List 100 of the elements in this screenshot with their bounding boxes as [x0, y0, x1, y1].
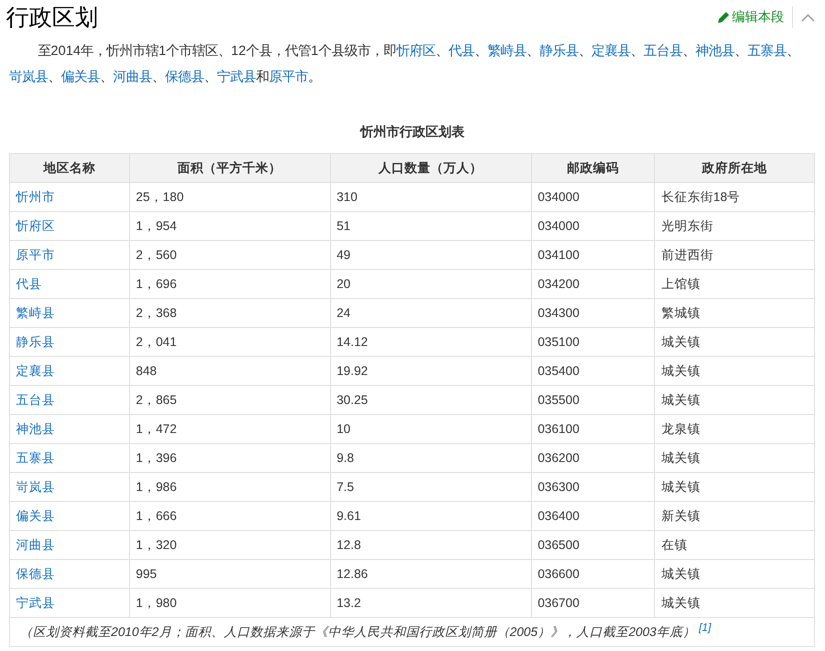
table-cell: 036200	[531, 444, 655, 472]
table-cell: 龙泉镇	[654, 414, 814, 444]
place-link[interactable]: 繁峙县	[487, 43, 526, 58]
edit-link[interactable]: 编辑本段	[717, 8, 784, 26]
table-cell: 城关镇	[654, 386, 814, 414]
table-cell: 在镇	[654, 530, 814, 560]
table-cell: 城关镇	[654, 560, 814, 588]
place-link[interactable]: 代县	[448, 43, 474, 58]
table-cell: 9.8	[330, 444, 532, 472]
table-cell: 9.61	[330, 502, 532, 530]
table-cell: 036100	[531, 414, 655, 444]
citation-link[interactable]: [1]	[698, 622, 712, 634]
table-cell: 034100	[531, 240, 655, 270]
table-cell: 13.2	[330, 588, 532, 618]
place-link[interactable]: 岢岚县	[9, 69, 48, 84]
table-cell: 034000	[531, 182, 655, 212]
table-cell: 10	[330, 414, 532, 444]
table-cell: 2，865	[129, 386, 330, 414]
place-link[interactable]: 神池县	[695, 43, 734, 58]
table-cell: 1，986	[129, 472, 330, 502]
table-cell: 034200	[531, 270, 655, 298]
place-link[interactable]: 河曲县	[113, 69, 152, 84]
table-cell: 035400	[531, 356, 655, 386]
table-cell: 19.92	[330, 356, 532, 386]
place-link[interactable]: 岢岚县	[10, 472, 130, 502]
table-footnote: （区划资料截至2010年2月；面积、人口数据来源于《中华人民共和国行政区划简册（2005）》，人口截至2003年底）	[20, 626, 696, 640]
place-link[interactable]: 原平市	[10, 240, 130, 270]
table-cell: 光明东街	[654, 212, 814, 240]
table-cell: 034000	[531, 212, 655, 240]
place-link[interactable]: 代县	[10, 270, 130, 298]
place-link[interactable]: 五寨县	[10, 444, 130, 472]
intro-paragraph: 至2014年，忻州市辖1个市辖区、12个县，代管1个县级市，即忻府区、代县、繁峙县、静乐县、定襄县、五台县、神池县、五寨县、 岢岚县、偏关县、河曲县、保德县、宁武县和原平市。	[9, 42, 800, 86]
place-link[interactable]: 五寨县	[747, 43, 786, 58]
table-cell: 035100	[531, 328, 655, 356]
table-cell: 1，396	[129, 444, 330, 472]
table-cell: 035500	[531, 386, 655, 414]
table-cell: 新关镇	[654, 502, 814, 530]
table-cell: 036400	[531, 502, 655, 530]
column-header: 政府所在地	[654, 154, 814, 182]
table-cell: 长征东街18号	[654, 182, 814, 212]
place-link[interactable]: 神池县	[10, 414, 130, 444]
section-title: 行政区划	[6, 2, 99, 32]
table-cell: 49	[330, 240, 532, 270]
place-link[interactable]: 原平市	[269, 69, 308, 84]
table-cell: 2，560	[129, 240, 330, 270]
table-cell: 036600	[531, 560, 655, 588]
place-link[interactable]: 五台县	[643, 43, 682, 58]
column-header: 地区名称	[10, 154, 130, 182]
table-cell: 30.25	[330, 386, 532, 414]
place-link[interactable]: 五台县	[10, 386, 130, 414]
table-cell: 036700	[531, 588, 655, 618]
table-cell: 12.8	[330, 530, 532, 560]
table-cell: 前进西街	[654, 240, 814, 270]
table-cell: 20	[330, 270, 532, 298]
table-cell: 310	[330, 182, 532, 212]
column-header: 面积（平方千米）	[129, 154, 330, 182]
table-cell: 上馆镇	[654, 270, 814, 298]
place-link[interactable]: 偏关县	[10, 502, 130, 530]
place-link[interactable]: 偏关县	[61, 69, 100, 84]
place-link[interactable]: 河曲县	[10, 530, 130, 560]
table-cell: 城关镇	[654, 472, 814, 502]
place-link[interactable]: 静乐县	[539, 43, 578, 58]
place-link[interactable]: 定襄县	[591, 43, 630, 58]
table-caption: 忻州市行政区划表	[358, 123, 466, 141]
table-cell: 1，472	[129, 414, 330, 444]
table-cell: 036300	[531, 472, 655, 502]
table-cell: 城关镇	[654, 588, 814, 618]
table-cell: 1，696	[129, 270, 330, 298]
place-link[interactable]: 宁武县	[10, 588, 130, 618]
table-cell: 12.86	[330, 560, 532, 588]
table-cell: 1，666	[129, 502, 330, 530]
table-cell: 城关镇	[654, 328, 814, 356]
table-cell: 7.5	[330, 472, 532, 502]
place-link[interactable]: 忻府区	[396, 43, 436, 58]
place-link[interactable]: 忻州市	[10, 182, 130, 212]
table-cell: 繁城镇	[654, 298, 814, 328]
place-link[interactable]: 宁武县	[217, 69, 256, 84]
place-link[interactable]: 保德县	[10, 560, 130, 588]
table-cell: 034300	[531, 298, 655, 328]
table-cell: 036500	[531, 530, 655, 560]
table-cell: 24	[330, 298, 532, 328]
place-link[interactable]: 定襄县	[10, 356, 130, 386]
place-link[interactable]: 繁峙县	[10, 298, 130, 328]
table-cell: 51	[330, 212, 532, 240]
table-cell: 2，368	[129, 298, 330, 328]
table-cell: 25，180	[129, 182, 330, 212]
table-cell: 848	[129, 356, 330, 386]
place-link[interactable]: 忻府区	[10, 212, 130, 240]
table-cell: 1，954	[129, 212, 330, 240]
table-cell: 1，320	[129, 530, 330, 560]
place-link[interactable]: 静乐县	[10, 328, 130, 356]
table-cell: 14.12	[330, 328, 532, 356]
table-cell: 2，041	[129, 328, 330, 356]
pencil-icon	[717, 10, 730, 24]
collapse-icon[interactable]	[801, 12, 815, 22]
column-header: 邮政编码	[531, 154, 655, 182]
table-cell: 城关镇	[654, 356, 814, 386]
table-cell: 995	[129, 560, 330, 588]
column-header: 人口数量（万人）	[330, 154, 532, 182]
place-link[interactable]: 保德县	[165, 69, 204, 84]
